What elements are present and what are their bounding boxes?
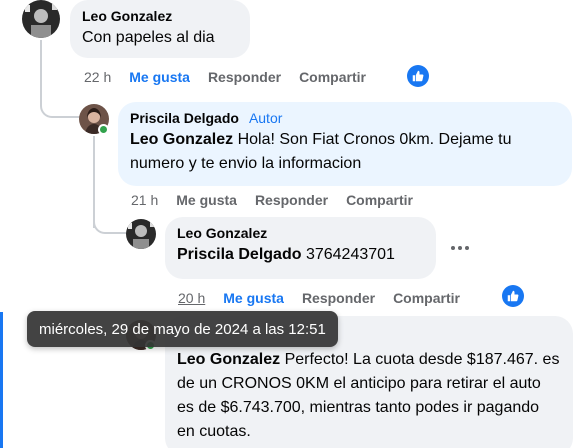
author-name[interactable]: Priscila Delgado <box>130 110 239 126</box>
comment-bubble: Leo Gonzalez Priscila Delgado 3764243701 <box>165 217 436 279</box>
author-badge: Autor <box>248 110 283 126</box>
avatar[interactable] <box>22 0 60 38</box>
avatar-image <box>22 0 60 38</box>
comment-author[interactable]: Leo Gonzalez <box>82 8 238 24</box>
comment-actions: 21 h Me gusta Responder Compartir <box>131 191 431 209</box>
comment-bubble: Priscila Delgado Autor Leo Gonzalez Hola… <box>118 102 572 186</box>
comment-timestamp[interactable]: 21 h <box>131 192 158 208</box>
reply-button[interactable]: Responder <box>208 69 281 85</box>
thread-line-main <box>40 40 42 96</box>
comment-author: Leo Gonzalez <box>177 225 424 241</box>
like-reaction-icon[interactable] <box>407 65 429 87</box>
online-status-indicator <box>98 124 109 135</box>
comment-author: Priscila Delgado Autor <box>130 110 560 126</box>
mention-link[interactable]: Leo Gonzalez <box>130 131 233 148</box>
comment-actions: 20 h Me gusta Responder Compartir <box>178 289 478 307</box>
timestamp-tooltip: miércoles, 29 de mayo de 2024 a las 12:5… <box>27 311 338 347</box>
comment-text: Leo Gonzalez Perfecto! La cuota desde $1… <box>177 348 561 444</box>
author-name[interactable]: Leo Gonzalez <box>177 225 267 241</box>
comment-body: 3764243701 <box>305 246 395 263</box>
more-horizontal-icon <box>451 246 455 250</box>
share-button[interactable]: Compartir <box>393 290 460 306</box>
comment-timestamp[interactable]: 20 h <box>178 290 205 306</box>
like-button[interactable]: Me gusta <box>129 69 190 85</box>
like-reaction-icon[interactable] <box>502 285 524 307</box>
comment-text: Leo Gonzalez Hola! Son Fiat Cronos 0km. … <box>130 128 560 176</box>
share-button[interactable]: Compartir <box>299 69 366 85</box>
mention-link[interactable]: Leo Gonzalez <box>177 351 280 368</box>
like-button[interactable]: Me gusta <box>176 192 237 208</box>
share-button[interactable]: Compartir <box>346 192 413 208</box>
more-options-button[interactable] <box>445 236 475 260</box>
thread-connector-reply-1 <box>40 94 82 118</box>
mention-link[interactable]: Priscila Delgado <box>177 246 302 263</box>
avatar-image <box>126 219 156 249</box>
comment-actions: 22 h Me gusta Responder Compartir <box>84 68 384 86</box>
avatar[interactable] <box>126 219 156 249</box>
comment-timestamp[interactable]: 22 h <box>84 69 111 85</box>
reply-button[interactable]: Responder <box>302 290 375 306</box>
like-button[interactable]: Me gusta <box>223 290 284 306</box>
comment-text: Priscila Delgado 3764243701 <box>177 243 424 267</box>
focused-comment-indicator <box>0 312 3 448</box>
thread-connector-reply-2 <box>93 214 127 234</box>
reply-button[interactable]: Responder <box>255 192 328 208</box>
comment-bubble: Leo Gonzalez Con papeles al dia <box>70 0 250 58</box>
comment-text: Con papeles al dia <box>82 29 215 46</box>
